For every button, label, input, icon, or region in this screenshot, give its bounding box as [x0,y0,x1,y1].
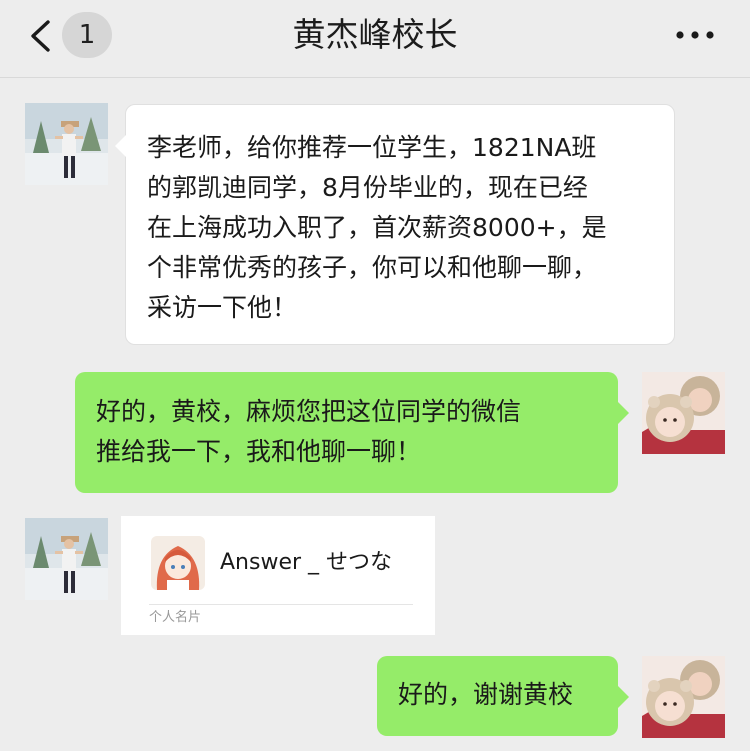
message-line: 好的，黄校，麻烦您把这位同学的微信 [96,397,522,426]
card-contact-avatar [151,536,205,590]
contact-card-message[interactable]: Answer _ せつな 个人名片 [121,516,435,635]
card-type-label: 个人名片 [149,610,202,625]
card-contact-name: Answer _ せつな [220,550,393,575]
more-dots-icon[interactable] [675,29,715,41]
message-line: 李老师，给你推荐一位学生，1821NA班 [147,133,597,162]
self-avatar[interactable] [642,372,725,454]
message-line: 个非常优秀的孩子，你可以和他聊一聊， [147,253,598,282]
chat-window: 1 黄杰峰校长 李老师，给你推荐一位学生，1821NA班 的郭凯迪同学，8月份毕… [0,0,750,751]
message-line: 好的，谢谢黄校 [398,680,574,709]
message-bubble-sent[interactable]: 好的，黄校，麻烦您把这位同学的微信 推给我一下，我和他聊一聊！ [75,372,629,493]
message-bubble-received[interactable]: 李老师，给你推荐一位学生，1821NA班 的郭凯迪同学，8月份毕业的，现在已经 … [115,104,675,345]
bubble-tail [115,135,126,157]
bubble-tail [618,402,629,424]
message-line: 在上海成功入职了，首次薪资8000+，是 [147,213,607,242]
contact-avatar[interactable] [25,518,108,600]
chat-title: 黄杰峰校长 [292,15,458,54]
contact-avatar[interactable] [25,103,108,185]
card-divider [149,604,413,605]
self-avatar[interactable] [642,656,725,738]
bubble-tail [618,686,629,708]
message-bubble-sent[interactable]: 好的，谢谢黄校 [377,656,629,736]
message-line: 的郭凯迪同学，8月份毕业的，现在已经 [147,173,588,202]
message-line: 采访一下他！ [147,293,298,322]
message-line: 推给我一下，我和他聊一聊！ [96,437,422,466]
chat-header: 1 黄杰峰校长 [0,0,750,78]
